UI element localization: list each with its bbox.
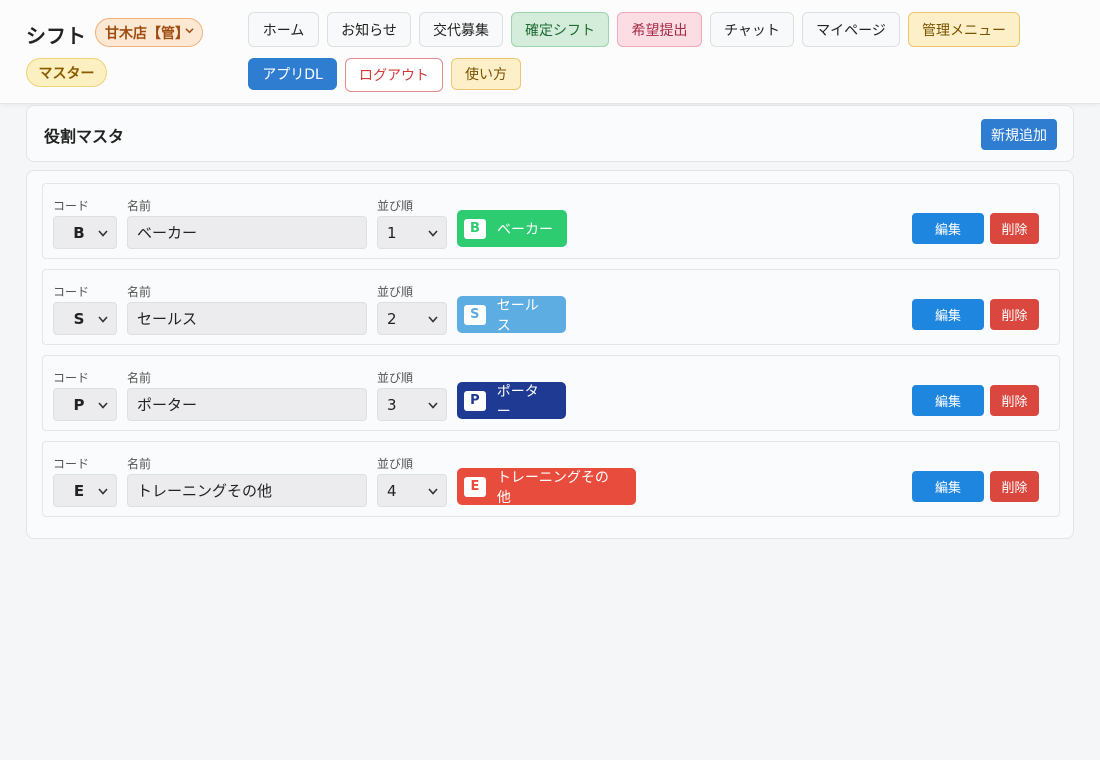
role-preview-chip: P ポーター bbox=[457, 382, 566, 420]
nav-chat-button[interactable]: チャット bbox=[710, 12, 794, 47]
role-row: コード 名前 並び順 B ベーカー 1 B ベーカー 編集 削除 bbox=[42, 183, 1060, 259]
role-row: コード 名前 並び順 P ポーター 3 P ポーター 編集 削除 bbox=[42, 355, 1060, 431]
order-select-value: 1 bbox=[387, 223, 397, 242]
store-select[interactable]: 甘木店【管】 bbox=[95, 18, 203, 47]
role-row: コード 名前 並び順 S セールス 2 S セールス 編集 削除 bbox=[42, 269, 1060, 345]
role-letter: S bbox=[464, 304, 486, 325]
order-select[interactable]: 2 bbox=[377, 302, 447, 335]
chevron-down-icon bbox=[185, 28, 194, 34]
nav-mypage-button[interactable]: マイページ bbox=[802, 12, 900, 47]
name-input[interactable]: トレーニングその他 bbox=[127, 474, 367, 507]
order-select[interactable]: 4 bbox=[377, 474, 447, 507]
nav-request-button[interactable]: 希望提出 bbox=[617, 12, 702, 47]
code-select-value: P bbox=[73, 395, 85, 414]
code-select[interactable]: E bbox=[53, 474, 117, 507]
role-letter: P bbox=[464, 390, 486, 411]
code-label: コード bbox=[53, 285, 90, 299]
delete-button[interactable]: 削除 bbox=[990, 471, 1039, 502]
nav-home-button[interactable]: ホーム bbox=[248, 12, 319, 47]
code-label: コード bbox=[53, 457, 90, 471]
order-select[interactable]: 3 bbox=[377, 388, 447, 421]
code-select[interactable]: P bbox=[53, 388, 117, 421]
store-select-value: 甘木店【管】 bbox=[105, 25, 189, 42]
delete-button[interactable]: 削除 bbox=[990, 385, 1039, 416]
order-select-value: 3 bbox=[387, 395, 397, 414]
role-letter: E bbox=[464, 476, 486, 497]
code-label: コード bbox=[53, 199, 90, 213]
code-select[interactable]: S bbox=[53, 302, 117, 335]
add-new-button[interactable]: 新規追加 bbox=[981, 119, 1057, 150]
nav-admin-menu-button[interactable]: 管理メニュー bbox=[908, 12, 1020, 47]
role-badge: マスター bbox=[26, 58, 107, 87]
chevron-down-icon bbox=[428, 402, 438, 409]
chevron-down-icon bbox=[98, 402, 108, 409]
app-brand: シフト bbox=[26, 24, 86, 48]
role-preview-name: トレーニングその他 bbox=[496, 469, 609, 506]
edit-button[interactable]: 編集 bbox=[912, 213, 984, 244]
name-input[interactable]: ベーカー bbox=[127, 216, 367, 249]
delete-button[interactable]: 削除 bbox=[990, 213, 1039, 244]
nav-logout-button[interactable]: ログアウト bbox=[345, 58, 443, 92]
order-label: 並び順 bbox=[377, 371, 414, 385]
code-select[interactable]: B bbox=[53, 216, 117, 249]
nav-news-button[interactable]: お知らせ bbox=[327, 12, 411, 47]
role-letter: B bbox=[464, 218, 486, 239]
order-select-value: 2 bbox=[387, 309, 397, 328]
role-preview-name: セールス bbox=[496, 297, 539, 334]
name-label: 名前 bbox=[127, 199, 152, 213]
role-preview-chip: E トレーニングその他 bbox=[457, 468, 636, 506]
role-row: コード 名前 並び順 E トレーニングその他 4 E トレーニングその他 編集 削除 bbox=[42, 441, 1060, 517]
role-preview-name: ベーカー bbox=[497, 221, 553, 238]
role-list: コード 名前 並び順 B ベーカー 1 B ベーカー 編集 削除 コード 名前 並び順 S セールス 2 S セー… bbox=[26, 170, 1074, 539]
order-label: 並び順 bbox=[377, 285, 414, 299]
name-label: 名前 bbox=[127, 285, 152, 299]
chevron-down-icon bbox=[98, 316, 108, 323]
code-select-value: E bbox=[73, 481, 85, 500]
chevron-down-icon bbox=[98, 488, 108, 495]
nav-swap-button[interactable]: 交代募集 bbox=[419, 12, 503, 47]
edit-button[interactable]: 編集 bbox=[912, 385, 984, 416]
name-label: 名前 bbox=[127, 457, 152, 471]
nav-app-download-button[interactable]: アプリDL bbox=[248, 58, 337, 90]
order-label: 並び順 bbox=[377, 457, 414, 471]
page-header-card: 役割マスタ 新規追加 bbox=[26, 105, 1074, 162]
name-input[interactable]: セールス bbox=[127, 302, 367, 335]
page-title: 役割マスタ bbox=[44, 127, 125, 146]
delete-button[interactable]: 削除 bbox=[990, 299, 1039, 330]
order-select[interactable]: 1 bbox=[377, 216, 447, 249]
order-label: 並び順 bbox=[377, 199, 414, 213]
chevron-down-icon bbox=[428, 316, 438, 323]
edit-button[interactable]: 編集 bbox=[912, 299, 984, 330]
role-preview-chip: S セールス bbox=[457, 296, 566, 334]
code-label: コード bbox=[53, 371, 90, 385]
role-preview-name: ポーター bbox=[496, 383, 539, 420]
nav-confirmed-shift-button[interactable]: 確定シフト bbox=[511, 12, 609, 47]
name-input[interactable]: ポーター bbox=[127, 388, 367, 421]
code-select-value: S bbox=[73, 309, 85, 328]
chevron-down-icon bbox=[98, 230, 108, 237]
nav-howto-button[interactable]: 使い方 bbox=[451, 58, 521, 90]
name-label: 名前 bbox=[127, 371, 152, 385]
chevron-down-icon bbox=[428, 488, 438, 495]
edit-button[interactable]: 編集 bbox=[912, 471, 984, 502]
role-preview-chip: B ベーカー bbox=[457, 210, 567, 247]
app-header: シフト 甘木店【管】 マスター ホーム お知らせ 交代募集 確定シフト 希望提出… bbox=[0, 0, 1100, 104]
order-select-value: 4 bbox=[387, 481, 397, 500]
code-select-value: B bbox=[73, 223, 85, 242]
chevron-down-icon bbox=[428, 230, 438, 237]
